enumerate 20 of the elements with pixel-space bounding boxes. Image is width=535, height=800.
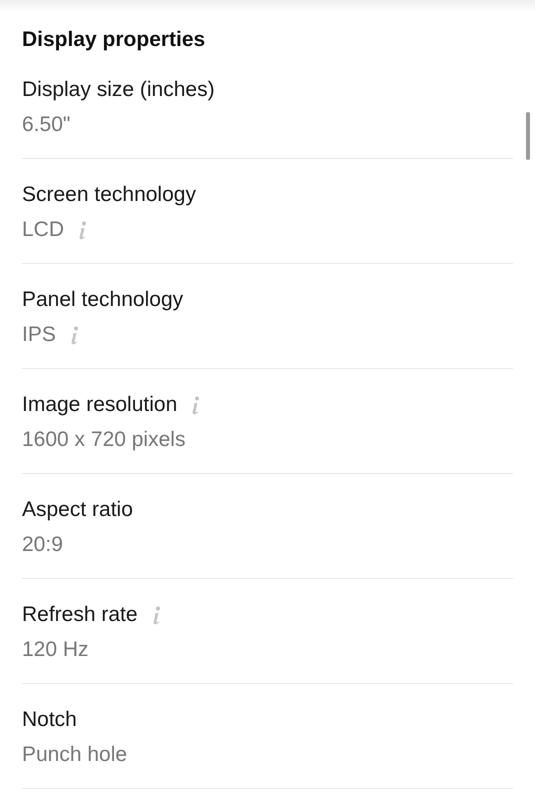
property-value: 120 Hz — [22, 638, 89, 662]
scrollbar[interactable] — [526, 112, 530, 160]
property-value: 1600 x 720 pixels — [22, 428, 186, 452]
property-value: 6.50" — [22, 113, 70, 137]
property-label: Image resolution — [22, 393, 178, 417]
property-label: Refresh rate — [22, 603, 138, 627]
property-label: Aspect ratio — [22, 498, 133, 522]
property-label: Screen technology — [22, 183, 196, 207]
property-value: LCD — [22, 218, 64, 242]
info-icon[interactable] — [152, 606, 161, 624]
info-icon[interactable] — [191, 396, 200, 414]
property-label: Panel technology — [22, 288, 184, 312]
info-icon[interactable] — [70, 326, 79, 344]
property-value: 20:9 — [22, 533, 63, 557]
property-value: IPS — [22, 323, 56, 347]
section-title: Display properties — [22, 27, 206, 53]
info-icon[interactable] — [78, 220, 88, 240]
property-label: Display size (inches) — [22, 78, 215, 102]
property-label: Notch — [22, 708, 77, 732]
property-value: Punch hole — [22, 743, 128, 767]
